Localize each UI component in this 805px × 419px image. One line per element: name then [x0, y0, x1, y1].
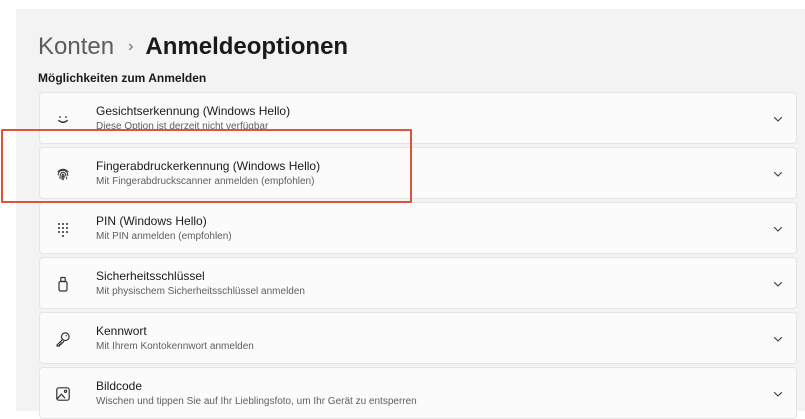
breadcrumb-separator: › [128, 38, 134, 55]
chevron-down-icon[interactable] [772, 278, 784, 290]
chevron-down-icon[interactable] [772, 388, 784, 400]
option-title: Sicherheitsschlüssel [96, 269, 205, 283]
pin-keypad-icon [54, 220, 72, 238]
option-picture-password[interactable]: Bildcode Wischen und tippen Sie auf Ihr … [39, 367, 797, 419]
security-key-icon [54, 275, 72, 293]
option-pin[interactable]: PIN (Windows Hello) Mit PIN anmelden (em… [39, 202, 797, 254]
option-password[interactable]: Kennwort Mit Ihrem Kontokennwort anmelde… [39, 312, 797, 364]
page-title: Anmeldeoptionen [145, 33, 349, 60]
key-icon [54, 330, 72, 348]
chevron-down-icon[interactable] [772, 223, 784, 235]
option-title: Bildcode [96, 379, 143, 393]
chevron-down-icon[interactable] [772, 333, 784, 345]
settings-page: Konten › Anmeldeoptionen Möglichkeiten z… [16, 9, 805, 419]
option-description: Mit Ihrem Kontokennwort anmelden [96, 341, 254, 352]
option-title: PIN (Windows Hello) [96, 214, 207, 228]
chevron-down-icon[interactable] [772, 168, 784, 180]
highlight-annotation [1, 129, 412, 203]
option-description: Mit physischem Sicherheitsschlüssel anme… [96, 286, 305, 297]
option-description: Wischen und tippen Sie auf Ihr Lieblings… [96, 396, 417, 407]
breadcrumb-parent-link[interactable]: Konten [38, 33, 114, 61]
option-title: Gesichtserkennung (Windows Hello) [96, 104, 291, 118]
face-icon [54, 110, 72, 128]
picture-icon [54, 385, 72, 403]
chevron-down-icon[interactable] [772, 113, 784, 125]
option-title: Kennwort [96, 324, 147, 338]
section-title: Möglichkeiten zum Anmelden [38, 71, 207, 85]
option-security-key[interactable]: Sicherheitsschlüssel Mit physischem Sich… [39, 257, 797, 309]
breadcrumb: Konten › Anmeldeoptionen [38, 29, 348, 65]
option-description: Mit PIN anmelden (empfohlen) [96, 231, 232, 242]
